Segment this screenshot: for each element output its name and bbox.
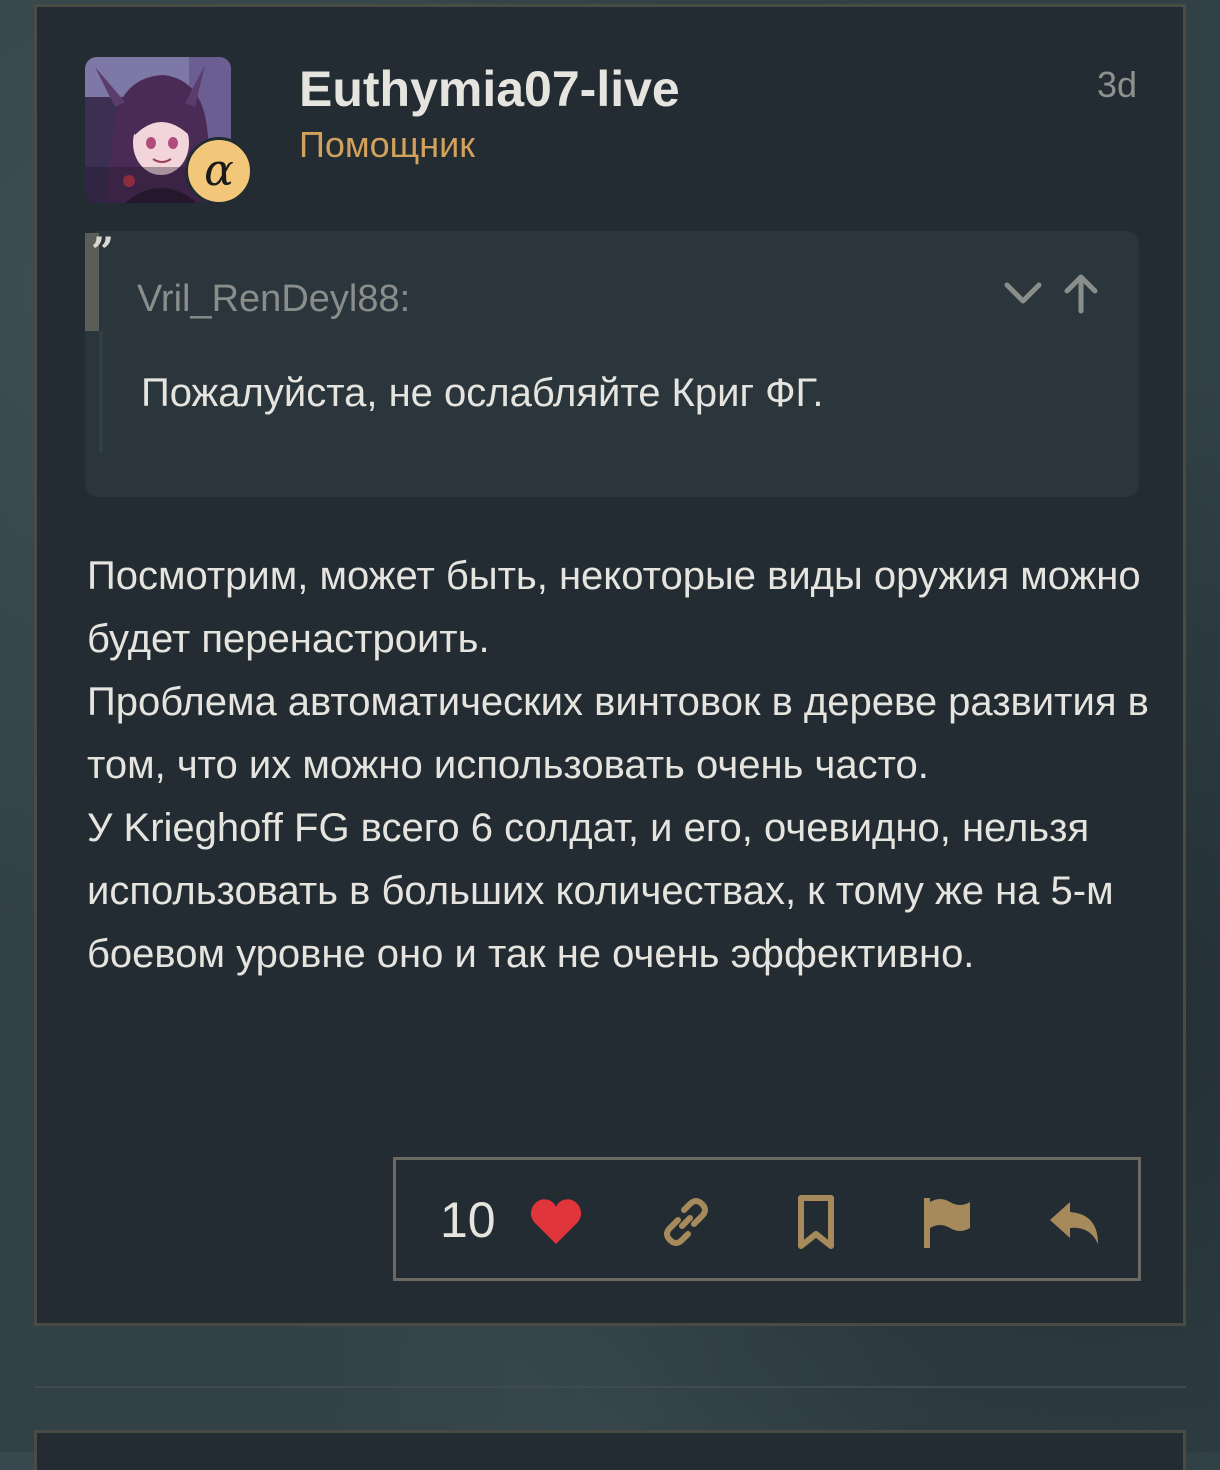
next-post-card (34, 1430, 1186, 1470)
post-divider (34, 1386, 1186, 1388)
post-date[interactable]: 3d (1097, 63, 1137, 107)
quote-author[interactable]: Vril_RenDeyl88: (137, 275, 410, 323)
flag-icon[interactable] (916, 1192, 976, 1252)
user-badge: α (185, 137, 253, 205)
post-paragraph: Посмотрим, может быть, некоторые виды ор… (87, 554, 1141, 661)
quote-text: Пожалуйста, не ослабляйте Криг ФГ. (141, 371, 824, 415)
username[interactable]: Euthymia07-live (299, 59, 680, 119)
quote-icon: ” (91, 229, 114, 276)
bookmark-icon[interactable] (786, 1192, 846, 1252)
quote-block (85, 231, 1139, 497)
post-card: α Euthymia07-live Помощник 3d ” Vril_Ren… (34, 4, 1186, 1326)
arrow-up-icon[interactable] (1059, 271, 1103, 315)
chevron-down-icon[interactable] (1001, 271, 1045, 315)
like-count[interactable]: 10 (440, 1190, 496, 1250)
post-paragraph: У Krieghoff FG всего 6 солдат, и его, оч… (87, 806, 1114, 976)
quote-controls (1001, 271, 1103, 315)
user-title: Помощник (299, 124, 476, 165)
quote-border-inner (99, 331, 103, 453)
heart-icon[interactable] (526, 1192, 586, 1252)
post-paragraph: Проблема автоматических винтовок в дерев… (87, 680, 1149, 787)
link-icon[interactable] (656, 1192, 716, 1252)
post-actions: 10 (393, 1157, 1141, 1281)
reply-icon[interactable] (1046, 1192, 1106, 1252)
post-body: Посмотрим, может быть, некоторые виды ор… (87, 545, 1167, 986)
alpha-badge-icon: α (204, 145, 234, 196)
